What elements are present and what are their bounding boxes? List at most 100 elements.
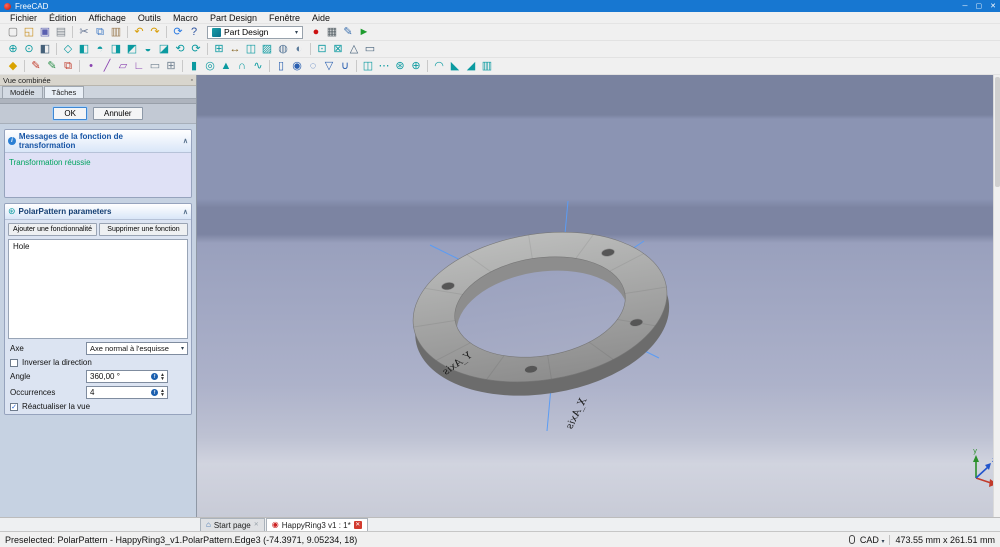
menu-part-design[interactable]: Part Design bbox=[204, 13, 263, 23]
texture-icon[interactable]: ▨ bbox=[259, 42, 275, 57]
add-feature-button[interactable]: Ajouter une fonctionnalité bbox=[8, 223, 97, 236]
tab-modele[interactable]: Modèle bbox=[2, 86, 43, 98]
bottom-view-icon[interactable]: ◒ bbox=[140, 42, 156, 57]
revolution-icon[interactable]: ◎ bbox=[202, 59, 218, 74]
workbench-selector[interactable]: Part Design ▾ bbox=[207, 25, 303, 39]
map-sketch-icon[interactable]: ⧉ bbox=[60, 59, 76, 74]
pocket-icon[interactable]: ▯ bbox=[273, 59, 289, 74]
datum-plane-icon[interactable]: ▱ bbox=[115, 59, 131, 74]
hole-icon[interactable]: ◉ bbox=[289, 59, 305, 74]
nav-style-selector[interactable]: CAD ▾ bbox=[860, 535, 885, 545]
subtractive-loft-icon[interactable]: ▽ bbox=[321, 59, 337, 74]
expression-icon[interactable]: f bbox=[151, 373, 159, 380]
select-all-icon[interactable]: ⊠ bbox=[330, 42, 346, 57]
menu-fichier[interactable]: Fichier bbox=[4, 13, 43, 23]
linear-pattern-icon[interactable]: ⋯ bbox=[376, 59, 392, 74]
open-file-icon[interactable]: ◱ bbox=[21, 25, 37, 40]
feature-list[interactable]: Hole bbox=[8, 239, 188, 339]
undock-icon[interactable]: ▫ bbox=[191, 77, 193, 84]
macro-edit-icon[interactable]: ✎ bbox=[340, 25, 356, 40]
cancel-button[interactable]: Annuler bbox=[92, 107, 143, 120]
box-selection-icon[interactable]: ⊡ bbox=[314, 42, 330, 57]
draft-icon[interactable]: ◢ bbox=[463, 59, 479, 74]
polar-pattern-header[interactable]: ⊛ PolarPattern parameters ∧ bbox=[5, 204, 191, 220]
axonometric-view-icon[interactable]: ◇ bbox=[60, 42, 76, 57]
cut-icon[interactable]: ✂ bbox=[76, 25, 92, 40]
transform-messages-header[interactable]: i Messages de la fonction de transformat… bbox=[5, 130, 191, 153]
remove-feature-button[interactable]: Supprimer une fonction bbox=[99, 223, 188, 236]
maximize-button[interactable]: ▢ bbox=[976, 2, 983, 10]
macro-record-icon[interactable]: ● bbox=[308, 25, 324, 40]
scrollbar-thumb[interactable] bbox=[995, 77, 1000, 187]
tab-close-button[interactable]: ✕ bbox=[353, 521, 362, 529]
menu-fenetre[interactable]: Fenêtre bbox=[263, 13, 306, 23]
mdi-tab-start-page[interactable]: ⌂ Start page ✕ bbox=[200, 518, 265, 531]
edit-sketch-icon[interactable]: ✎ bbox=[44, 59, 60, 74]
chamfer-icon[interactable]: ◣ bbox=[447, 59, 463, 74]
right-scrollbar[interactable] bbox=[993, 75, 1000, 517]
spin-buttons[interactable]: ▲ ▼ bbox=[160, 372, 165, 381]
axis-select[interactable]: Axe normal à l'esquisse ▾ bbox=[86, 342, 188, 355]
feature-item[interactable]: Hole bbox=[11, 241, 185, 252]
copy-icon[interactable]: ⧉ bbox=[92, 25, 108, 40]
multitransform-icon[interactable]: ⊕ bbox=[408, 59, 424, 74]
datum-line-icon[interactable]: ╱ bbox=[99, 59, 115, 74]
macros-dialog-icon[interactable]: ▦ bbox=[324, 25, 340, 40]
draw-style-icon[interactable]: ◧ bbox=[37, 42, 53, 57]
tab-taches[interactable]: Tâches bbox=[43, 86, 85, 98]
create-sketch-icon[interactable]: ✎ bbox=[28, 59, 44, 74]
ok-button[interactable]: OK bbox=[53, 107, 87, 120]
isometric-icon[interactable]: ⊞ bbox=[211, 42, 227, 57]
spin-buttons[interactable]: ▲ ▼ bbox=[160, 388, 165, 397]
clipping-plane-icon[interactable]: ◫ bbox=[243, 42, 259, 57]
front-view-icon[interactable]: ◧ bbox=[76, 42, 92, 57]
update-view-checkbox[interactable]: ✓ Réactualiser la vue bbox=[8, 402, 188, 411]
expression-icon[interactable]: f bbox=[151, 389, 159, 396]
spin-down-icon[interactable]: ▼ bbox=[160, 392, 165, 397]
subtractive-pipe-icon[interactable]: ∪ bbox=[337, 59, 353, 74]
perspective-icon[interactable]: △ bbox=[346, 42, 362, 57]
mdi-tab-happyring3-v1-1[interactable]: ◉ HappyRing3 v1 : 1* ✕ bbox=[265, 518, 368, 531]
menu-macro[interactable]: Macro bbox=[167, 13, 204, 23]
new-file-icon[interactable]: ▢ bbox=[5, 25, 21, 40]
3d-viewport[interactable]: Y_Axis X_Axis x y z bbox=[197, 75, 993, 517]
top-view-icon[interactable]: ◓ bbox=[92, 42, 108, 57]
left-view-icon[interactable]: ◪ bbox=[156, 42, 172, 57]
local-cs-icon[interactable]: ∟ bbox=[131, 59, 147, 74]
spin-down-icon[interactable]: ▼ bbox=[160, 376, 165, 381]
print-icon[interactable]: ▤ bbox=[53, 25, 69, 40]
fit-selection-icon[interactable]: ⊙ bbox=[21, 42, 37, 57]
3d-scene[interactable]: Y_Axis X_Axis x y z bbox=[197, 75, 993, 517]
toggle-visibility-icon[interactable]: ◍ bbox=[275, 42, 291, 57]
appearance-icon[interactable]: ◐ bbox=[291, 42, 307, 57]
thickness-icon[interactable]: ▥ bbox=[479, 59, 495, 74]
whatsthis-icon[interactable]: ? bbox=[186, 25, 202, 40]
collapse-icon[interactable]: ∧ bbox=[183, 208, 188, 216]
save-icon[interactable]: ▣ bbox=[37, 25, 53, 40]
reverse-direction-checkbox[interactable]: Inverser la direction bbox=[8, 358, 188, 367]
additive-helix-icon[interactable]: ∿ bbox=[250, 59, 266, 74]
redo-icon[interactable]: ↷ bbox=[147, 25, 163, 40]
datum-point-icon[interactable]: • bbox=[83, 59, 99, 74]
pad-icon[interactable]: ▮ bbox=[186, 59, 202, 74]
menu-aide[interactable]: Aide bbox=[306, 13, 336, 23]
collapse-icon[interactable]: ∧ bbox=[183, 137, 188, 145]
shape-binder-icon[interactable]: ▭ bbox=[147, 59, 163, 74]
rear-view-icon[interactable]: ◩ bbox=[124, 42, 140, 57]
rotate-left-icon[interactable]: ⟲ bbox=[172, 42, 188, 57]
menu-edition[interactable]: Édition bbox=[43, 13, 83, 23]
mirrored-icon[interactable]: ◫ bbox=[360, 59, 376, 74]
close-button[interactable]: ✕ bbox=[990, 2, 996, 10]
groove-icon[interactable]: ◌ bbox=[305, 59, 321, 74]
orthographic-icon[interactable]: ▭ bbox=[362, 42, 378, 57]
right-view-icon[interactable]: ◨ bbox=[108, 42, 124, 57]
rotate-right-icon[interactable]: ⟳ bbox=[188, 42, 204, 57]
macro-execute-icon[interactable]: ► bbox=[356, 25, 372, 40]
create-body-icon[interactable]: ◆ bbox=[5, 59, 21, 74]
menu-outils[interactable]: Outils bbox=[132, 13, 167, 23]
menu-affichage[interactable]: Affichage bbox=[83, 13, 132, 23]
fillet-icon[interactable]: ◠ bbox=[431, 59, 447, 74]
clone-icon[interactable]: ⊞ bbox=[163, 59, 179, 74]
undo-icon[interactable]: ↶ bbox=[131, 25, 147, 40]
tab-close-button[interactable]: ✕ bbox=[254, 522, 259, 528]
